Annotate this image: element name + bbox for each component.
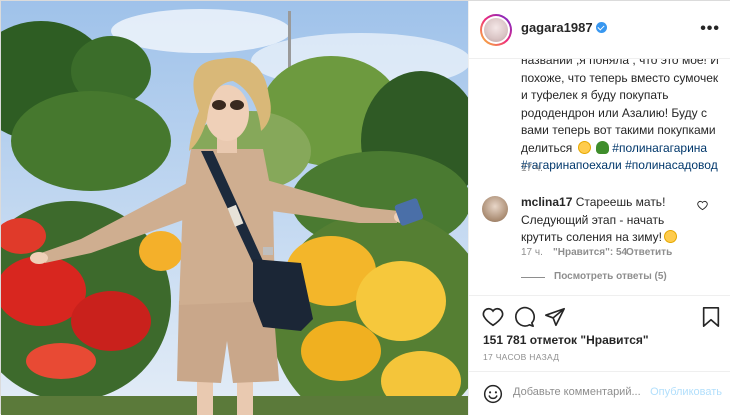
grinning-emoji-icon — [577, 140, 591, 154]
caption-tags-line: #гагаринапоехали #полинасадовод — [521, 157, 721, 175]
caption-line: похоже, что теперь вместо сумочек — [521, 70, 719, 85]
comment-time[interactable]: 17 ч. — [521, 247, 543, 258]
smiley-icon[interactable] — [483, 384, 503, 404]
caption-line: вами теперь вот такими покупками — [521, 123, 716, 137]
caption-line: и туфелек я буду покупать — [521, 88, 669, 102]
post-photo-illustration — [1, 1, 468, 415]
comment-likes[interactable]: "Нравится": 54 — [553, 247, 627, 258]
small-heart-icon[interactable] — [697, 200, 708, 211]
view-replies-button[interactable]: Посмотреть ответы (5) — [554, 271, 667, 282]
likes-count[interactable]: 151 781 отметок "Нравится" — [483, 333, 649, 347]
publish-button[interactable]: Опубликовать — [650, 386, 722, 398]
hashtag-link[interactable]: #полинагагарина — [612, 141, 707, 155]
author-username[interactable]: gagara1987 — [521, 20, 607, 35]
post-timestamp[interactable]: 17 ЧАСОВ НАЗАД — [483, 352, 559, 362]
add-comment-bar: Опубликовать — [469, 371, 730, 415]
post-header: gagara1987 ••• — [469, 1, 730, 59]
commenter-avatar[interactable] — [482, 196, 508, 222]
author-avatar[interactable] — [480, 14, 512, 46]
caption-time[interactable]: 17 ч. — [521, 163, 543, 174]
post-photo[interactable] — [1, 1, 468, 415]
hashtag-link[interactable]: #полинасадовод — [625, 158, 718, 172]
tree-emoji-icon — [595, 140, 609, 154]
verified-badge-icon — [595, 22, 607, 33]
share-icon[interactable] — [544, 306, 566, 328]
post-caption: названий ,я поняла , что это моё! И похо… — [521, 59, 721, 175]
more-options-icon[interactable]: ••• — [700, 20, 720, 38]
comment-username[interactable]: mclina17 — [521, 195, 572, 209]
comment-text: Следующий этап - начать — [521, 212, 665, 227]
heart-icon[interactable] — [482, 306, 504, 328]
caption-line: названий ,я поняла , что это моё! И — [521, 59, 719, 67]
upside-down-emoji-icon — [664, 230, 678, 243]
reply-button[interactable]: Ответить — [626, 247, 672, 258]
post-sidebar: gagara1987 ••• названий ,я поняла , что … — [468, 1, 730, 415]
instagram-post: gagara1987 ••• названий ,я поняла , что … — [0, 0, 730, 415]
comments-section[interactable]: названий ,я поняла , что это моё! И похо… — [469, 59, 730, 295]
comment-text: Стареешь мать! — [575, 195, 666, 209]
comment-input[interactable] — [513, 386, 643, 398]
bookmark-icon[interactable] — [701, 306, 721, 328]
caption-line: рододендрон или Азалию! Буду с — [521, 105, 707, 120]
replies-divider — [521, 277, 545, 278]
comment-text: крутить соления на зиму! — [521, 230, 663, 244]
caption-line-with-tag: делиться #полинагагарина — [521, 140, 708, 155]
comment-icon[interactable] — [513, 306, 535, 328]
comment-item: mclina17 Стареешь мать! Следующий этап -… — [521, 194, 711, 247]
